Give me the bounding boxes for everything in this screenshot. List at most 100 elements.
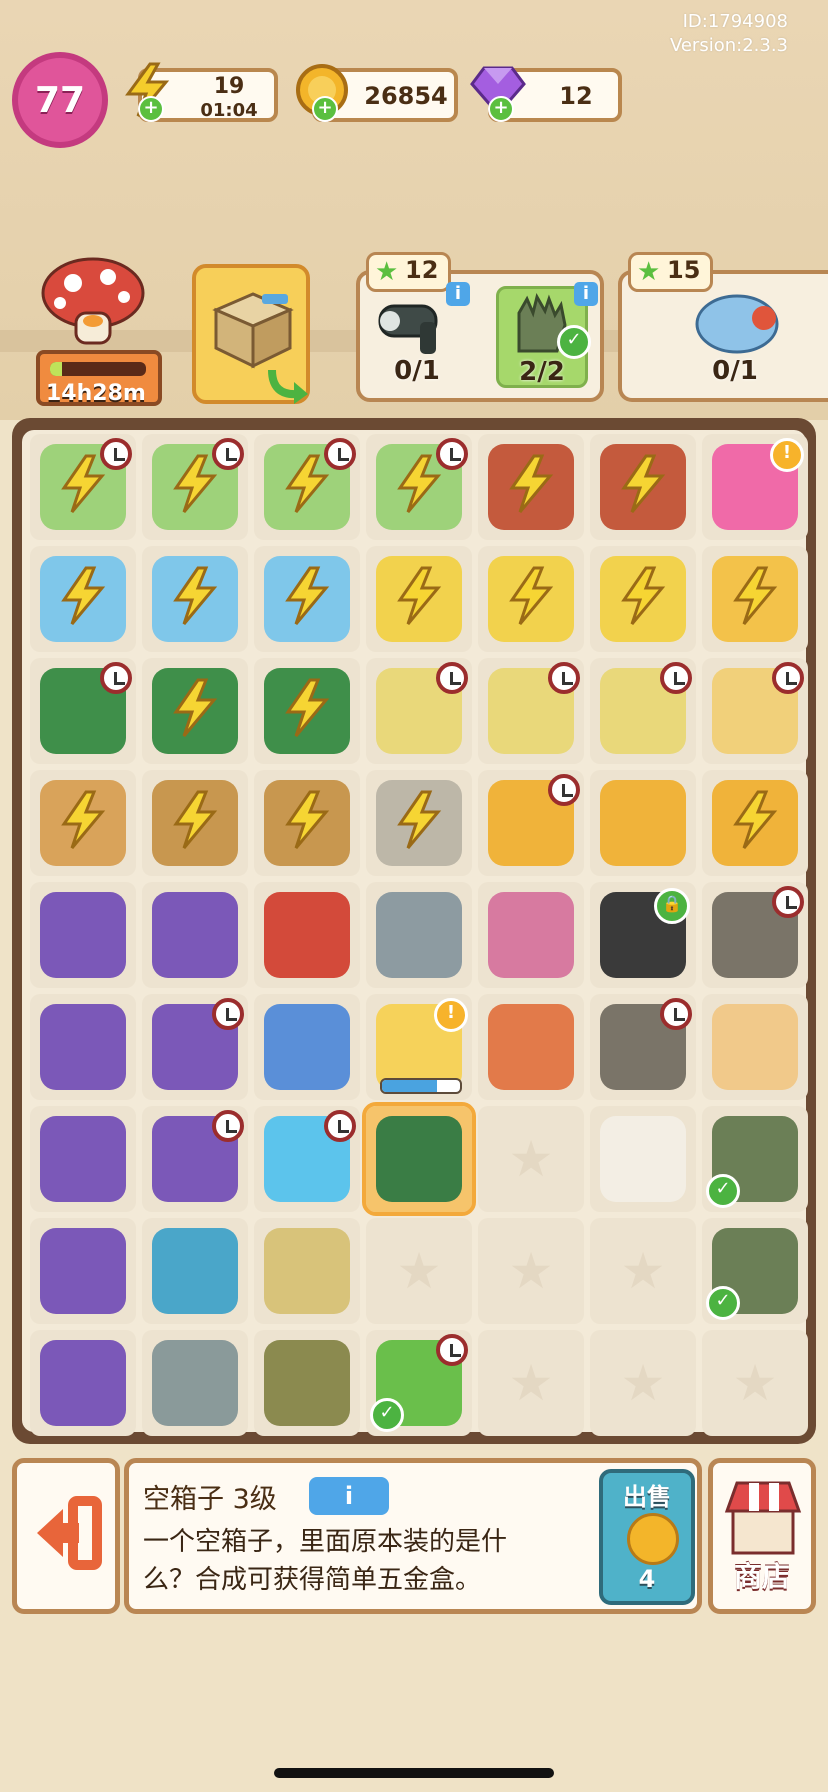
board-cell-cabinet[interactable] — [590, 770, 696, 876]
lightning-icon — [285, 454, 330, 513]
add-energy-button[interactable]: + — [138, 96, 164, 122]
mushroom-character[interactable] — [38, 255, 148, 345]
board-cell-duck-cart[interactable] — [590, 546, 696, 652]
board-cell-veggie-basket[interactable] — [30, 770, 136, 876]
board-cell-sandpaper-roll[interactable] — [254, 1218, 360, 1324]
lightning-icon — [173, 566, 218, 625]
board-cell-robot-vacuum[interactable] — [142, 546, 248, 652]
board-cell-laptop[interactable] — [254, 434, 360, 540]
board-cell-camera-crate[interactable] — [142, 994, 248, 1100]
board-cell-trash-bag[interactable] — [702, 882, 808, 988]
item-info-button[interactable]: i — [309, 1477, 389, 1515]
board-cell-ramp[interactable] — [142, 1218, 248, 1324]
board-cell-laptop[interactable] — [366, 434, 472, 540]
board-cell-pineapple-pot[interactable] — [702, 546, 808, 652]
board-cell-empty[interactable] — [478, 1218, 584, 1324]
board-cell-duck-float[interactable]: ! — [366, 994, 472, 1100]
saw-icon — [152, 1340, 238, 1426]
board-cell-pool-float[interactable] — [254, 1106, 360, 1212]
merge-board-frame: ! 🔒! ✓ ✓ ✓ — [12, 418, 816, 1444]
board-cell-camera-crate[interactable] — [30, 1218, 136, 1324]
board-cell-laptop[interactable] — [142, 434, 248, 540]
board-cell-trash-bag[interactable] — [590, 994, 696, 1100]
board-cell-dumbbell-cart[interactable] — [366, 658, 472, 764]
board-cell-wheelbarrow[interactable] — [478, 434, 584, 540]
board-cell-bricks[interactable] — [478, 882, 584, 988]
board-cell-camera-crate[interactable] — [30, 1106, 136, 1212]
board-cell-black-bag[interactable]: 🔒 — [590, 882, 696, 988]
board-cell-empty[interactable] — [702, 1330, 808, 1436]
sandpaper-roll-icon — [264, 1228, 350, 1314]
lightning-icon — [285, 678, 330, 737]
board-cell-empty[interactable] — [590, 1330, 696, 1436]
order-2-reward: ★ 15 — [628, 252, 714, 292]
lightning-icon — [733, 790, 778, 849]
board-cell-empty[interactable] — [366, 1218, 472, 1324]
board-cell-toolbox[interactable] — [30, 658, 136, 764]
board-cell-wheelbarrow[interactable] — [590, 434, 696, 540]
board-cell-saw[interactable] — [142, 1330, 248, 1436]
board-cell-robot-vacuum[interactable] — [254, 546, 360, 652]
board-cell-empty[interactable] — [478, 1330, 584, 1436]
board-cell-camera-crate[interactable] — [30, 882, 136, 988]
board-cell-laptop[interactable] — [30, 434, 136, 540]
exit-button[interactable] — [12, 1458, 120, 1614]
character-timer-bar — [50, 362, 146, 376]
board-cell-gloves[interactable]: ✓ — [702, 1106, 808, 1212]
board-cell-empty[interactable] — [590, 1218, 696, 1324]
star-icon: ★ — [637, 257, 661, 287]
board-cell-mouse[interactable] — [590, 1106, 696, 1212]
shop-button[interactable]: 商店 — [708, 1458, 816, 1614]
board-cell-cabinet[interactable] — [702, 770, 808, 876]
board-cell-camera-crate[interactable] — [142, 882, 248, 988]
board-cell-gloves[interactable]: ✓ — [702, 1218, 808, 1324]
version-label: Version:2.3.3 — [669, 35, 788, 56]
energy-counter[interactable]: + 19 01:04 — [125, 62, 278, 122]
order-1-item-1-info-icon[interactable]: i — [446, 282, 470, 306]
clock-icon — [548, 662, 580, 694]
green-toolbox-icon — [376, 1116, 462, 1202]
board-cell-duck-cart[interactable] — [478, 546, 584, 652]
board-cell-toolbox[interactable] — [142, 658, 248, 764]
order-2-item-1[interactable]: 0/1 — [692, 288, 779, 386]
sell-button[interactable]: 出售 4 — [599, 1469, 695, 1605]
board-cell-sandbags[interactable] — [254, 1330, 360, 1436]
add-coins-button[interactable]: + — [312, 96, 338, 122]
package-button[interactable] — [192, 264, 310, 404]
board-cell-green-toolbox[interactable] — [362, 1102, 476, 1216]
order-card-1[interactable]: ★ 12 0/1 i 2/2 ✓ i — [356, 252, 604, 402]
character-timer[interactable]: 14h28m — [36, 350, 162, 406]
board-cell-camera-crate[interactable] — [30, 1330, 136, 1436]
item-details-panel: 空箱子 3级 i 一个空箱子，里面原本装的是什么？合成可获得简单五金盒。 出售 … — [124, 1458, 702, 1614]
board-cell-cabinet[interactable] — [478, 770, 584, 876]
board-cell-duck-cart[interactable] — [366, 546, 472, 652]
board-cell-paint-can[interactable] — [478, 994, 584, 1100]
board-cell-dumbbell[interactable] — [366, 882, 472, 988]
order-card-2[interactable]: ★ 15 0/1 — [618, 252, 828, 402]
lightning-icon — [285, 566, 330, 625]
board-cell-dumbbell-cart[interactable] — [478, 658, 584, 764]
board-cell-bucket[interactable] — [702, 658, 808, 764]
sell-price: 4 — [638, 1565, 656, 1593]
board-cell-potted-tree[interactable]: ✓ — [366, 1330, 472, 1436]
board-cell-basket[interactable] — [142, 770, 248, 876]
gem-counter[interactable]: + 12 — [470, 66, 622, 122]
order-1-item-2-info-icon[interactable]: i — [574, 282, 598, 306]
board-cell-camera-crate[interactable] — [30, 994, 136, 1100]
board-cell-backpack[interactable]: ! — [702, 434, 808, 540]
board-cell-camera-crate[interactable] — [142, 1106, 248, 1212]
board-cell-mp3-player[interactable] — [254, 994, 360, 1100]
add-gems-button[interactable]: + — [488, 96, 514, 122]
player-level-badge[interactable]: 77 — [12, 52, 108, 148]
board-cell-trophy[interactable] — [366, 770, 472, 876]
board-cell-robot-vacuum[interactable] — [30, 546, 136, 652]
board-cell-dumbbell-cart[interactable] — [590, 658, 696, 764]
check-icon: ✓ — [706, 1286, 740, 1320]
camera-crate-icon — [40, 892, 126, 978]
coin-counter[interactable]: + 26854 — [296, 64, 458, 122]
board-cell-key-tag[interactable] — [254, 882, 360, 988]
board-cell-empty[interactable] — [478, 1106, 584, 1212]
board-cell-toolbox[interactable] — [254, 658, 360, 764]
board-cell-hamster[interactable] — [702, 994, 808, 1100]
board-cell-basket[interactable] — [254, 770, 360, 876]
